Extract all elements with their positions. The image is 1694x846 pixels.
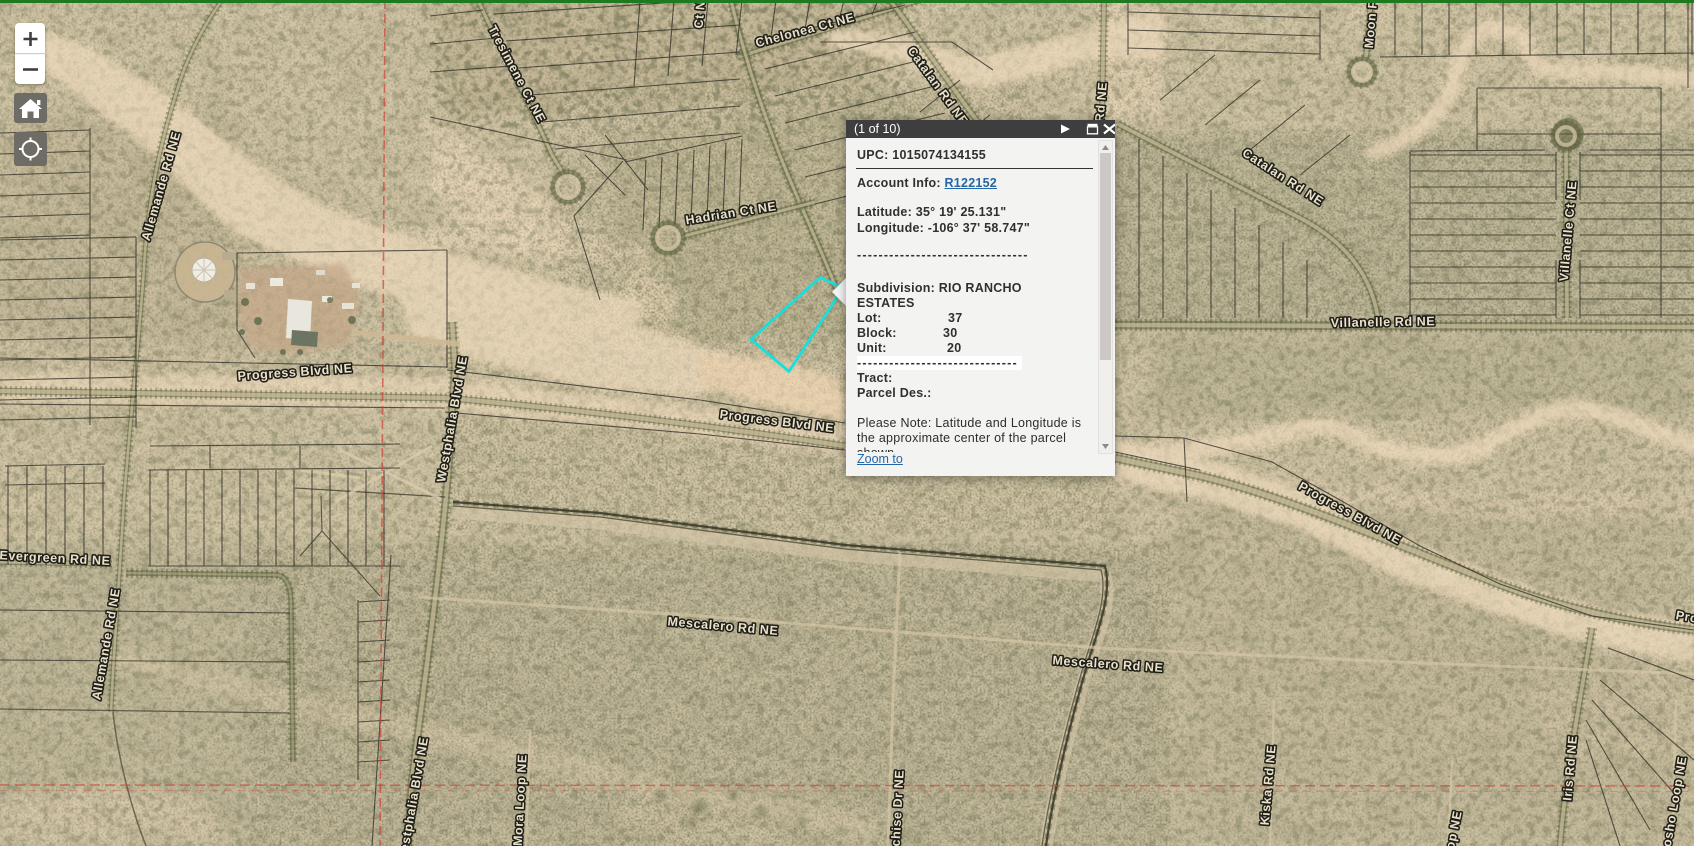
svg-text:Villanelle Rd NE: Villanelle Rd NE	[1331, 314, 1436, 330]
